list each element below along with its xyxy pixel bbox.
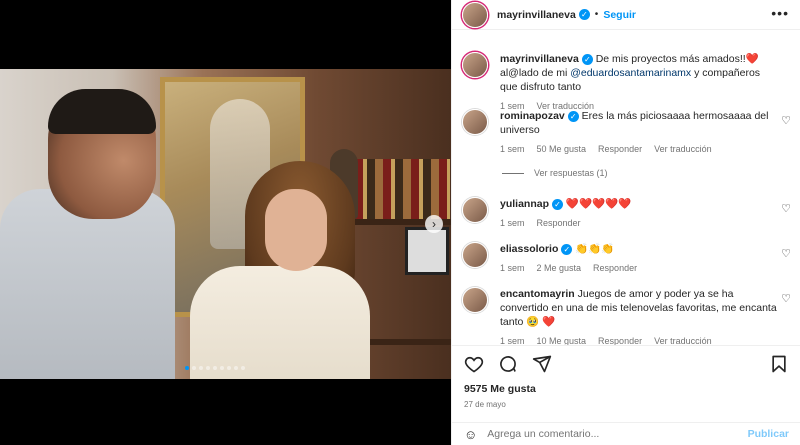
post-date[interactable]: 27 de mayo <box>464 400 506 409</box>
comment-avatar[interactable] <box>462 287 488 313</box>
comments-list[interactable]: mayrinvillaneva ✓ De mis proyectos más am… <box>452 45 800 345</box>
carousel-dot[interactable] <box>206 366 210 370</box>
comment-avatar[interactable] <box>462 242 488 268</box>
follow-button[interactable]: Seguir <box>603 9 636 21</box>
caption-mention-link[interactable]: @eduardosantamarinamx <box>570 67 691 79</box>
photo-woman <box>190 161 370 379</box>
post-photo[interactable] <box>0 69 451 379</box>
reply-button[interactable]: Responder <box>598 144 642 154</box>
comment-time: 1 sem <box>500 336 525 345</box>
carousel-dot[interactable] <box>234 366 238 370</box>
like-comment-icon[interactable]: ♡ <box>781 247 791 260</box>
caption-text: De mis proyectos más amados!! <box>592 53 746 65</box>
comment-composer: ☺ Publicar <box>452 422 800 445</box>
comment-item: encantomayrin Juegos de amor y poder ya … <box>462 287 800 345</box>
heart-emoji: ❤️ <box>745 53 759 65</box>
comment-likes[interactable]: 2 Me gusta <box>537 263 582 273</box>
more-icon[interactable]: ••• <box>771 5 789 21</box>
likes-count[interactable]: 9575 Me gusta <box>464 383 536 395</box>
comment-time: 1 sem <box>500 218 525 228</box>
photo-man <box>0 89 175 379</box>
verified-badge-icon: ✓ <box>567 110 579 122</box>
replies-line <box>502 172 524 174</box>
post-comment-button[interactable]: Publicar <box>748 428 789 440</box>
emoji-icon[interactable]: ☺ <box>464 427 477 442</box>
verified-badge-icon: ✓ <box>578 9 590 20</box>
carousel-dot[interactable] <box>227 366 231 370</box>
comment-avatar[interactable] <box>462 197 488 223</box>
carousel-dot[interactable] <box>192 366 196 370</box>
post-media: › <box>0 0 451 445</box>
comment-input[interactable] <box>487 428 738 440</box>
verified-badge-icon: ✓ <box>552 198 564 210</box>
comment-username[interactable]: rominapozav <box>500 110 565 122</box>
post-actions <box>452 345 800 381</box>
like-comment-icon[interactable]: ♡ <box>781 114 791 127</box>
header-separator: • <box>594 9 599 20</box>
comment-username[interactable]: yuliannap <box>500 198 549 210</box>
carousel-dot[interactable] <box>220 366 224 370</box>
comment-text: 👏👏👏 <box>572 243 615 255</box>
reply-button[interactable]: Responder <box>598 336 642 345</box>
next-media-button[interactable]: › <box>425 215 443 233</box>
comment-icon[interactable] <box>497 353 519 375</box>
caption-username[interactable]: mayrinvillaneva <box>500 53 579 65</box>
like-comment-icon[interactable]: ♡ <box>781 202 791 215</box>
comment-text: ❤️❤️❤️❤️❤️ <box>563 198 632 210</box>
like-icon[interactable] <box>463 353 485 375</box>
carousel-dot[interactable] <box>185 366 189 370</box>
carousel-dot[interactable] <box>199 366 203 370</box>
verified-badge-icon: ✓ <box>581 53 593 65</box>
comment-username[interactable]: eliassolorio <box>500 243 558 255</box>
like-comment-icon[interactable]: ♡ <box>781 292 791 305</box>
comment-time: 1 sem <box>500 263 525 273</box>
translate-link[interactable]: Ver traducción <box>654 144 712 154</box>
caption-avatar[interactable] <box>462 52 488 78</box>
comment-time: 1 sem <box>500 144 525 154</box>
caption: mayrinvillaneva ✓ De mis proyectos más am… <box>462 52 800 111</box>
view-replies-label: Ver respuestas (1) <box>534 168 608 178</box>
author-username[interactable]: mayrinvillaneva <box>497 9 576 21</box>
comment-item: yuliannap ✓ ❤️❤️❤️❤️❤️ 1 sem Responder ♡ <box>462 197 800 228</box>
post-header: mayrinvillaneva ✓ • Seguir ••• <box>452 0 800 30</box>
photo-frame <box>405 227 449 275</box>
verified-badge-icon: ✓ <box>561 243 573 255</box>
reply-button[interactable]: Responder <box>593 263 637 273</box>
view-replies-button[interactable]: Ver respuestas (1) <box>502 168 608 178</box>
caption-text-mid: al@lado de mi <box>500 67 571 79</box>
comment-likes[interactable]: 10 Me gusta <box>537 336 587 345</box>
translate-link[interactable]: Ver traducción <box>654 336 712 345</box>
post-side-panel: mayrinvillaneva ✓ • Seguir ••• mayrinvil… <box>451 0 800 445</box>
carousel-dots <box>185 366 245 370</box>
share-icon[interactable] <box>531 353 553 375</box>
save-icon[interactable] <box>768 353 790 375</box>
carousel-dot[interactable] <box>241 366 245 370</box>
comment-avatar[interactable] <box>462 109 488 135</box>
comment-likes[interactable]: 50 Me gusta <box>537 144 587 154</box>
reply-button[interactable]: Responder <box>537 218 581 228</box>
comment-item: rominapozav ✓ Eres la más piciosaaaa herm… <box>462 109 800 154</box>
carousel-dot[interactable] <box>213 366 217 370</box>
author-avatar[interactable] <box>462 1 488 28</box>
comment-item: eliassolorio ✓ 👏👏👏 1 sem 2 Me gusta Respo… <box>462 242 800 273</box>
comment-username[interactable]: encantomayrin <box>500 288 575 300</box>
